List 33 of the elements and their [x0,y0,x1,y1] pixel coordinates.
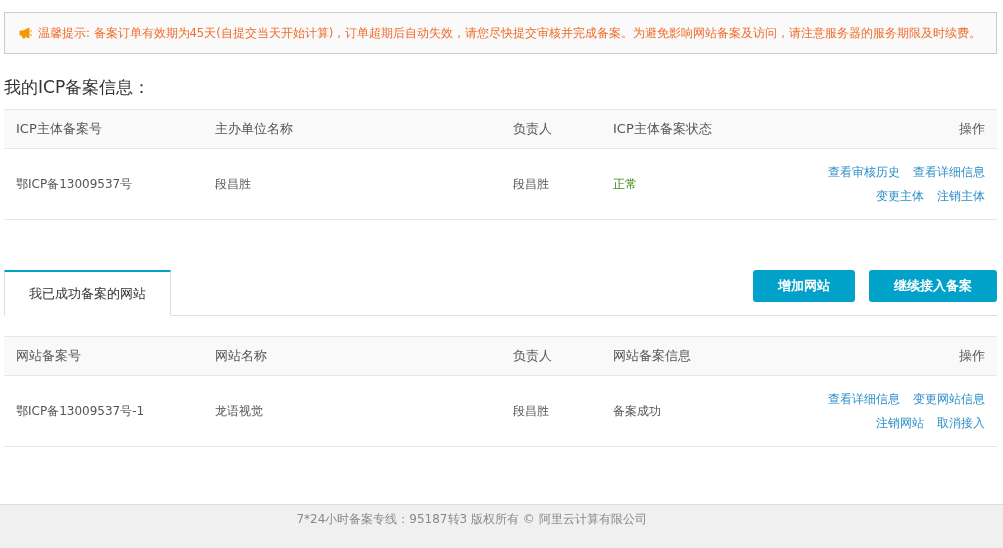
notice-text: 温馨提示: 备案订单有效期为45天(自提交当天开始计算)，订单超期后自动失效，请您尽快提交审核并完成备案。为避免影响网站备案及访问，请注意服务器的服务期限及时续费。 [38,25,982,41]
table-cell-text: 段昌胜 [513,175,550,193]
action-link[interactable]: 变更网站信息 [913,390,985,408]
tab[interactable]: 我已成功备案的网站 [4,270,171,316]
column-header: 负责人 [513,347,552,365]
status-text: 正常 [613,175,638,193]
action-link[interactable]: 查看审核历史 [828,163,900,181]
table-cell-text: 段昌胜 [513,402,550,420]
megaphone-icon [19,27,33,39]
column-header: 操作 [959,120,985,138]
action-link[interactable]: 注销主体 [937,187,985,205]
column-header: 操作 [959,347,985,365]
column-header: 网站备案号 [16,347,81,365]
action-link[interactable]: 变更主体 [876,187,924,205]
column-header: 网站名称 [215,347,267,365]
table-cell-text: 鄂ICP备13009537号-1 [16,402,146,420]
action-link[interactable]: 注销网站 [876,414,924,432]
column-header: ICP主体备案状态 [613,120,712,138]
table-cell-text: 鄂ICP备13009537号 [16,175,134,193]
column-header: 主办单位名称 [215,120,293,138]
action-button[interactable]: 继续接入备案 [869,270,997,302]
action-button[interactable]: 增加网站 [753,270,855,302]
action-link[interactable]: 查看详细信息 [828,390,900,408]
table-cell-text: 备案成功 [613,402,662,420]
table-cell-text: 段昌胜 [215,175,252,193]
action-link[interactable]: 查看详细信息 [913,163,985,181]
footer-text: 7*24小时备案专线：95187转3 版权所有 © 阿里云计算有限公司 [296,511,647,528]
column-header: 负责人 [513,120,552,138]
column-header: 网站备案信息 [613,347,691,365]
section-title: 我的ICP备案信息： [4,76,152,99]
action-link[interactable]: 取消接入 [937,414,985,432]
column-header: ICP主体备案号 [16,120,102,138]
table-cell-text: 龙语视觉 [215,402,264,420]
